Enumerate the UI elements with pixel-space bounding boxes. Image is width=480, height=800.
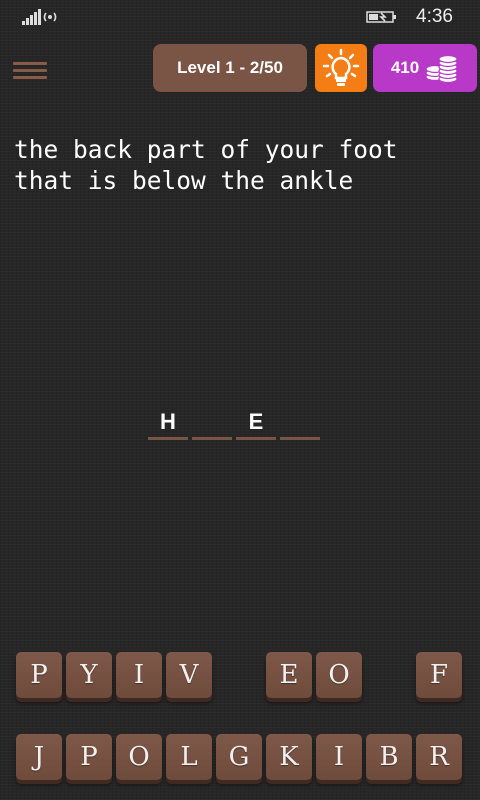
answer-slot[interactable]: E xyxy=(236,406,276,440)
menu-icon xyxy=(13,62,47,65)
letter-tile[interactable]: Y xyxy=(66,652,112,698)
answer-slot[interactable] xyxy=(192,406,232,440)
coin-count: 410 xyxy=(390,58,420,77)
battery-charging-icon xyxy=(366,11,396,23)
letter-tile[interactable]: R xyxy=(416,734,462,780)
letter-tile[interactable]: K xyxy=(266,734,312,780)
letter-tile[interactable]: J xyxy=(16,734,62,780)
letter-tile[interactable]: L xyxy=(166,734,212,780)
letter-tile[interactable]: O xyxy=(116,734,162,780)
answer-slot[interactable]: H xyxy=(148,406,188,440)
letter-tile[interactable]: V xyxy=(166,652,212,698)
answer-slot[interactable] xyxy=(280,406,320,440)
coins-stack-icon xyxy=(425,54,458,84)
level-label: Level 1 - 2/50 xyxy=(177,58,283,77)
letter-tile[interactable]: B xyxy=(366,734,412,780)
answer-slots: H E xyxy=(148,406,320,442)
letter-tile[interactable]: F xyxy=(416,652,462,698)
signal-strength-icon xyxy=(22,9,57,25)
menu-button[interactable] xyxy=(13,59,47,85)
clock: 4:36 xyxy=(416,6,453,27)
letter-tile[interactable]: O xyxy=(316,652,362,698)
letter-tile[interactable]: P xyxy=(16,652,62,698)
coins-button[interactable]: 410 xyxy=(373,44,477,92)
lightbulb-icon xyxy=(322,48,360,86)
clue-text: the back part of your foot that is below… xyxy=(14,135,398,195)
letter-tile[interactable]: G xyxy=(216,734,262,780)
letter-tile[interactable]: P xyxy=(66,734,112,780)
hint-button[interactable] xyxy=(315,44,367,92)
status-bar: 4:36 xyxy=(0,0,480,34)
letter-tile[interactable]: I xyxy=(116,652,162,698)
letter-tile[interactable]: E xyxy=(266,652,312,698)
letter-tile[interactable]: I xyxy=(316,734,362,780)
level-indicator: Level 1 - 2/50 xyxy=(153,44,307,92)
